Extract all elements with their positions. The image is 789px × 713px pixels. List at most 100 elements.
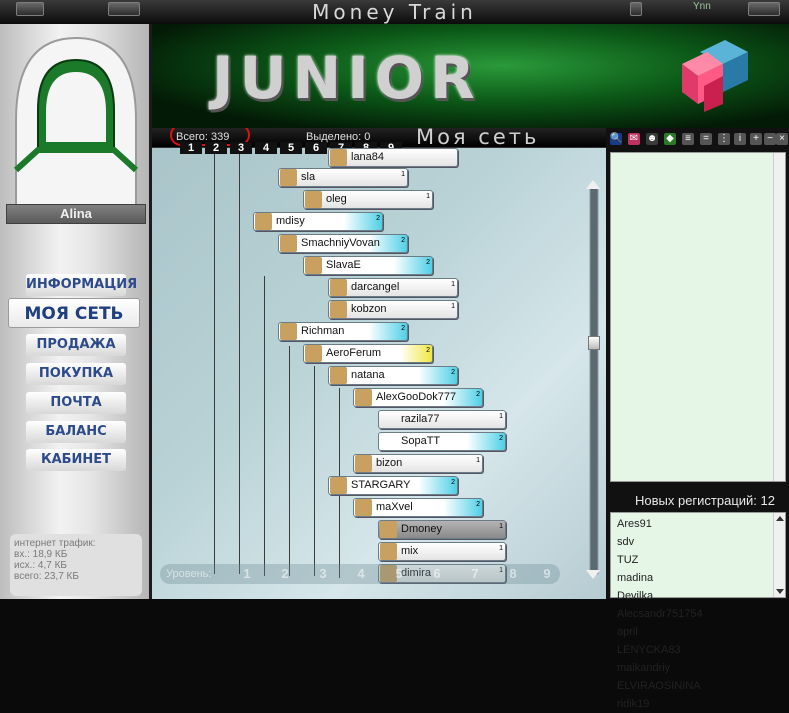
tree-node[interactable]: STARGARY 2 [328,476,458,495]
avatar [330,367,347,384]
level-header-5[interactable]: 5 [280,142,302,154]
avatar [355,389,372,406]
level-button-4[interactable]: 4 [354,566,368,582]
list-item[interactable]: Alecsandr751754 [617,605,785,623]
avatar [305,345,322,362]
menu-item-sale[interactable]: ПРОДАЖА [26,334,126,356]
details-icon[interactable]: ⋮ [718,133,730,145]
mail-icon[interactable]: ✉ [628,133,640,145]
network-tree-panel: Всего: 339 Выделено: 0 Моя сеть 1 2 3 4 … [152,128,606,599]
search-icon[interactable]: 🔍 [610,133,622,145]
avatar [380,521,397,538]
menu-item-my-network[interactable]: МОЯ СЕТЬ [8,298,140,328]
avatar [280,169,297,186]
list-item[interactable]: Ares91 [617,515,785,533]
pin-button[interactable] [630,2,642,16]
tree-node[interactable]: bizon 1 [353,454,483,473]
section-title: Моя сеть [416,128,540,149]
level-button-5[interactable]: 5 [392,566,406,582]
tree-node[interactable]: AlexGooDok777 2 [353,388,483,407]
level-button-9[interactable]: 9 [540,566,554,582]
tree-node[interactable]: SmachniyVovan 2 [278,234,408,253]
tree-node[interactable]: darcangel 1 [328,278,458,297]
avatar [330,149,347,166]
title-bar: Money Train Ynn [0,0,789,24]
scroll-up-icon[interactable] [776,516,784,521]
list-item[interactable]: april [617,623,785,641]
user-indicator: Ynn [693,1,711,12]
level-button-3[interactable]: 3 [316,566,330,582]
info-box [610,152,786,482]
close-icon[interactable]: × [776,133,788,145]
traffic-in: вх.: 18,9 КБ [14,549,68,560]
tree-node[interactable]: natana 2 [328,366,458,385]
menu-item-purchase[interactable]: ПОКУПКА [26,363,126,385]
sort-icon[interactable]: = [700,133,712,145]
traffic-panel: интернет трафик: вх.: 18,9 КБ исх.: 4,7 … [10,534,142,596]
list-icon[interactable]: ≡ [682,133,694,145]
avatar [355,499,372,516]
menu-item-mail[interactable]: ПОЧТА [26,392,126,414]
tree-node[interactable]: SopaTT 2 [378,432,506,451]
add-icon[interactable]: + [750,133,762,145]
level-button-1[interactable]: 1 [240,566,254,582]
tree-line [314,366,315,576]
tree-node[interactable]: AeroFerum 2 [303,344,433,363]
list-item[interactable]: LENYCKA83 [617,641,785,659]
level-header-6[interactable]: 6 [305,142,327,154]
tree-node[interactable]: oleg 1 [303,190,433,209]
tree-node[interactable]: maXvel 2 [353,498,483,517]
avatar [305,191,322,208]
tree-line [264,276,265,576]
tree-line [214,154,215,574]
level-button-2[interactable]: 2 [278,566,292,582]
tree-node[interactable]: Dmoney 1 [378,520,506,539]
tree-node[interactable]: razila77 1 [378,410,506,429]
menu-item-info[interactable]: ИНФОРМАЦИЯ [26,274,137,296]
new-registrations-title: Новых регистраций: 12 [634,493,775,508]
level-label: Уровень: [166,568,212,580]
list-item[interactable]: madina [617,569,785,587]
tree-node[interactable]: lana84 [328,148,458,167]
registrations-scrollbar[interactable] [773,513,785,597]
window-title: Money Train [312,0,477,24]
info-icon[interactable]: i [734,133,746,145]
scroll-thumb[interactable] [588,336,600,350]
avatar [355,455,372,472]
scroll-down-icon[interactable] [586,570,600,579]
level-button-8[interactable]: 8 [506,566,520,582]
avatar [280,323,297,340]
tree-node[interactable]: mdisy 2 [253,212,383,231]
remove-icon[interactable]: − [764,133,776,145]
close-button[interactable] [748,2,780,16]
list-item[interactable]: ELVIRAOSININA [617,677,785,695]
tree-node[interactable]: kobzon 1 [328,300,458,319]
tree-node[interactable]: Richman 2 [278,322,408,341]
avatar [280,235,297,252]
list-item[interactable]: maikandriy [617,659,785,677]
shield-icon[interactable]: ◆ [664,133,676,145]
level-header-2[interactable]: 2 [205,142,227,154]
list-item[interactable]: TUZ [617,551,785,569]
level-header-4[interactable]: 4 [255,142,277,154]
level-button-7[interactable]: 7 [468,566,482,582]
menu-item-balance[interactable]: БАЛАНС [26,421,126,443]
menu-item-cabinet[interactable]: КАБИНЕТ [26,449,126,471]
scroll-up-icon[interactable] [586,180,600,189]
tree-node[interactable]: sla 1 [278,168,408,187]
tree-node[interactable]: mix 1 [378,542,506,561]
list-item[interactable]: ridik19 [617,695,785,713]
level-header-1[interactable]: 1 [180,142,202,154]
level-header-3[interactable]: 3 [230,142,252,154]
list-item[interactable]: sdv [617,533,785,551]
users-icon[interactable]: ☻ [646,133,658,145]
tree-line [289,346,290,576]
tree-scrollbar[interactable] [585,178,603,584]
tree-node[interactable]: SlavaE 2 [303,256,433,275]
level-button-6[interactable]: 6 [430,566,444,582]
info-scrollbar[interactable] [773,153,785,481]
list-item[interactable]: Devilka [617,587,785,605]
cube-logo-icon [682,40,748,112]
scroll-down-icon[interactable] [776,589,784,594]
username-label: Alina [6,204,146,224]
